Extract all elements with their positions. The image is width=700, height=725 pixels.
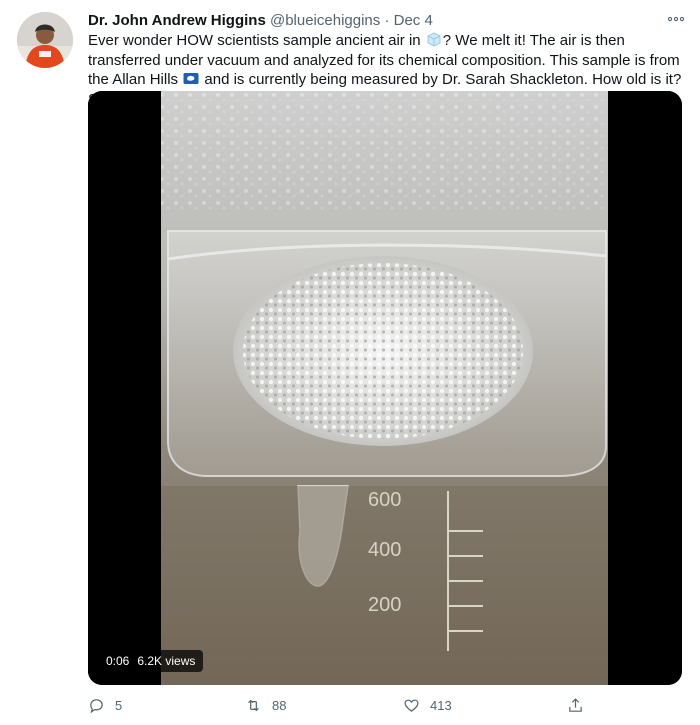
antarctica-flag-icon <box>183 71 199 86</box>
video-player[interactable]: 600 400 200 0:06 6.2K views <box>88 91 682 685</box>
author-handle[interactable]: @blueicehiggins <box>270 12 380 29</box>
like-button[interactable]: 413 <box>403 697 452 714</box>
share-button[interactable] <box>567 697 584 714</box>
tweet-text-part1: Ever wonder HOW scientists sample ancien… <box>88 32 421 49</box>
tweet-header: Dr. John Andrew Higgins @blueicehiggins … <box>88 12 433 30</box>
avatar-image <box>17 12 73 68</box>
video-elapsed: 0:06 <box>106 654 130 668</box>
reply-button[interactable]: 5 <box>88 697 122 714</box>
more-options-icon[interactable] <box>667 12 685 26</box>
tweet-actions: 5 88 413 <box>88 697 588 717</box>
share-icon <box>569 698 582 712</box>
beaker-label-400: 400 <box>368 539 401 561</box>
ice-cube-icon <box>426 32 442 47</box>
separator-dot: · <box>384 12 390 29</box>
reply-count: 5 <box>115 698 123 713</box>
retweet-count: 88 <box>272 698 287 713</box>
tweet[interactable]: Dr. John Andrew Higgins @blueicehiggins … <box>0 0 700 725</box>
avatar[interactable] <box>17 12 73 68</box>
like-count: 413 <box>430 698 452 713</box>
video-timestamp: 0:06 6.2K views <box>98 650 204 672</box>
author-name[interactable]: Dr. John Andrew Higgins <box>88 12 266 29</box>
tweet-date[interactable]: Dec 4 <box>394 12 433 29</box>
beaker-label-200: 200 <box>368 594 401 616</box>
retweet-button[interactable]: 88 <box>245 697 286 714</box>
beaker-label-600: 600 <box>368 489 401 511</box>
retweet-icon <box>248 699 259 712</box>
heart-icon <box>404 699 419 712</box>
reply-icon <box>90 699 103 714</box>
video-views: 6.2K views <box>137 654 196 668</box>
video-frame: 600 400 200 <box>88 91 682 685</box>
